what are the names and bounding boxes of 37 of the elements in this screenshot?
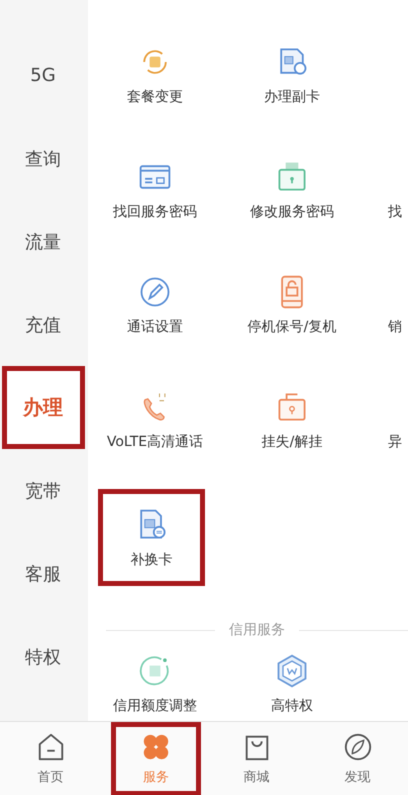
sidebar-item[interactable]: 流量 <box>2 200 84 283</box>
service-label: 办理副卡 <box>264 88 320 106</box>
service-item[interactable]: 套餐变更 <box>88 26 222 141</box>
sidebar-item[interactable]: 查询 <box>2 117 84 200</box>
service-label: 补换卡 <box>130 551 172 569</box>
sidebar-item[interactable]: 特权 <box>2 615 84 698</box>
compass-icon <box>342 732 372 762</box>
sidebar-item[interactable]: 充值 <box>2 283 84 366</box>
service-item[interactable]: 挂失/解挂 <box>222 371 362 486</box>
section-title: 信用服务 <box>229 621 285 639</box>
sidebar-item[interactable]: 宽带 <box>2 449 84 532</box>
service-item[interactable]: 通话设置 <box>88 256 222 371</box>
sidebar-item[interactable]: 客服 <box>2 532 84 615</box>
service-label: 停机保号/复机 <box>248 318 336 336</box>
service-label[interactable]: 异 <box>388 433 402 451</box>
sidebar-item[interactable]: 5G <box>2 34 84 117</box>
service-label[interactable]: 信用额度调整 <box>113 697 197 715</box>
service-label: 挂失/解挂 <box>262 433 322 451</box>
service-item[interactable]: 补换卡 <box>98 489 205 586</box>
clover-icon <box>141 732 171 762</box>
tab-item[interactable]: 发现 <box>307 722 408 795</box>
service-item[interactable]: 停机保号/复机 <box>222 256 362 371</box>
service-label[interactable]: 销 <box>388 318 402 336</box>
service-label: 找回服务密码 <box>113 203 197 221</box>
service-item[interactable]: 找回服务密码 <box>88 141 222 256</box>
service-item[interactable]: VoLTE高清通话 <box>88 371 222 486</box>
service-label[interactable]: 找 <box>388 203 402 221</box>
service-item[interactable]: 修改服务密码 <box>222 141 362 256</box>
sidebar-item[interactable]: 办理 <box>2 366 84 449</box>
service-label[interactable]: 高特权 <box>271 697 313 715</box>
service-label: 通话设置 <box>127 318 183 336</box>
service-item[interactable]: 办理副卡 <box>222 26 362 141</box>
service-label: 套餐变更 <box>127 88 183 106</box>
tab-item[interactable]: 商城 <box>206 722 307 795</box>
tab-item[interactable]: 首页 <box>0 722 101 795</box>
service-label: VoLTE高清通话 <box>106 433 204 451</box>
service-label: 修改服务密码 <box>250 203 334 221</box>
